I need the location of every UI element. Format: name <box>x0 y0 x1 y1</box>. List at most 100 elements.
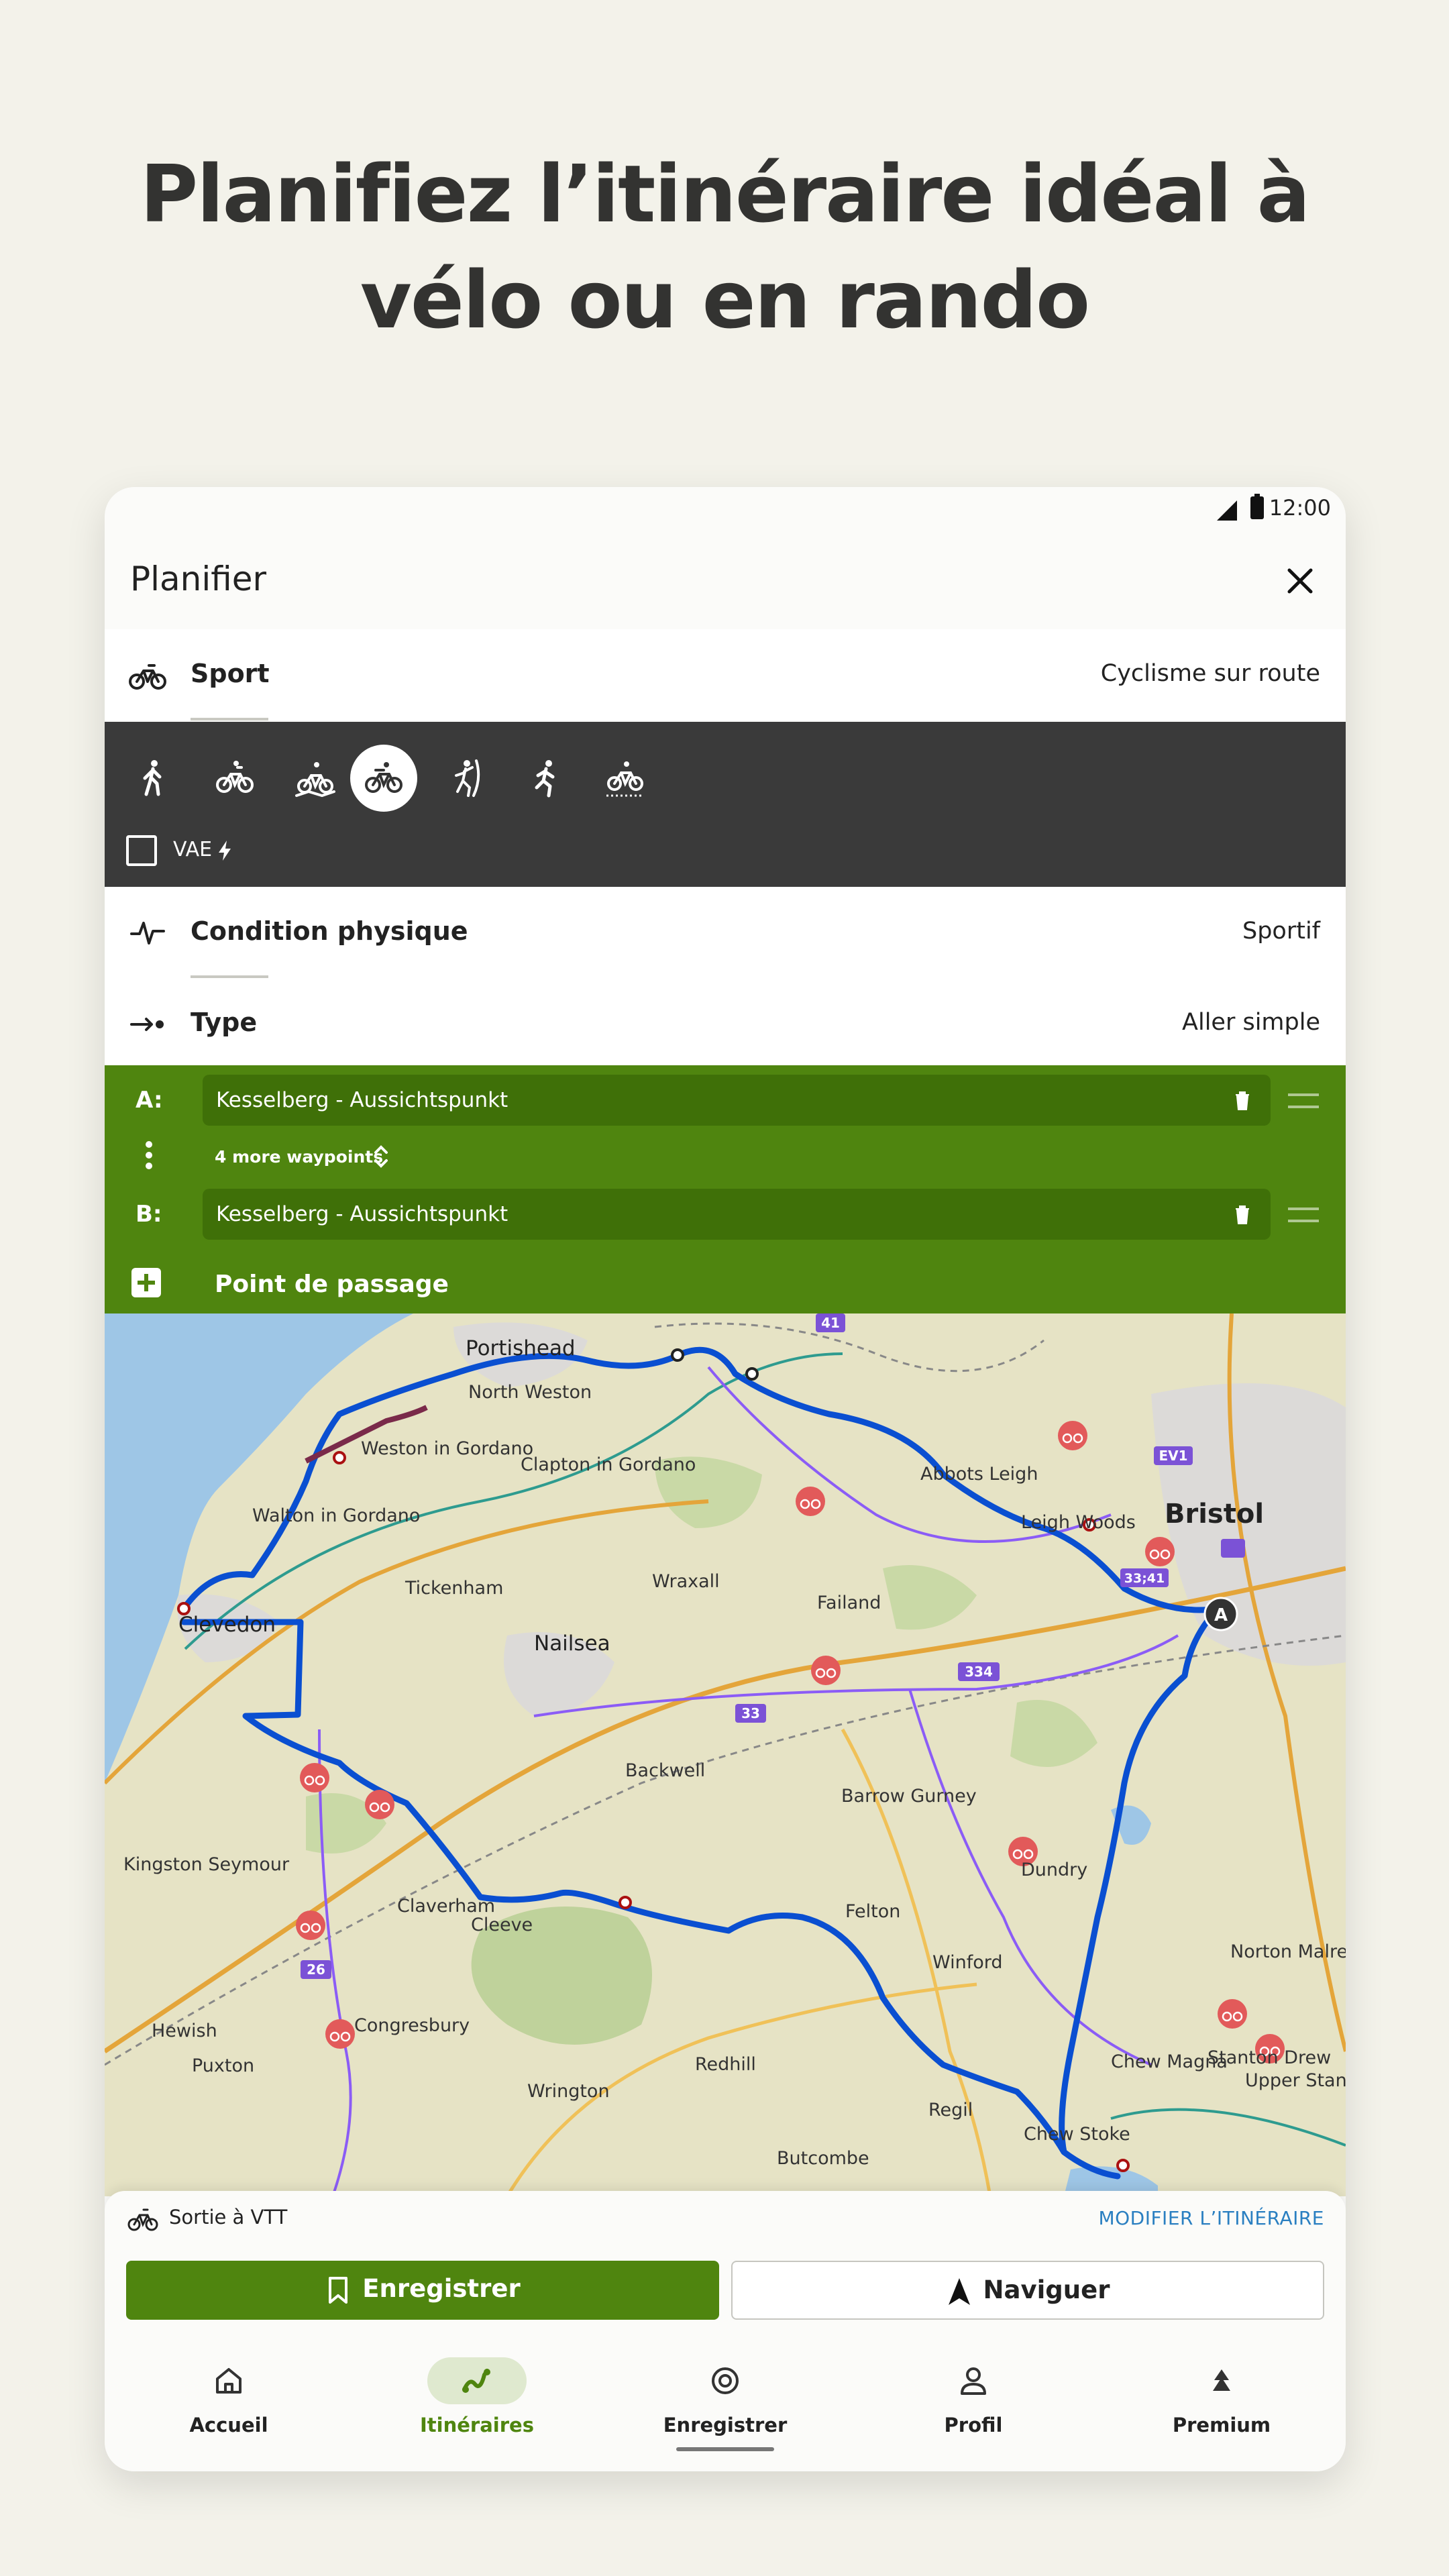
tab-premium[interactable]: Premium <box>1097 2343 1346 2443</box>
status-bar: 12:00 <box>105 487 1346 527</box>
route-waypoint[interactable] <box>745 1367 759 1381</box>
tab-home[interactable]: Accueil <box>105 2343 353 2443</box>
sport-label: Sport <box>191 659 270 688</box>
bike-poi-icon[interactable] <box>325 2019 355 2049</box>
sport-option-road-bike-selected[interactable] <box>350 745 417 812</box>
bike-poi-icon[interactable] <box>1145 1537 1175 1566</box>
road-bike-icon <box>365 762 402 793</box>
waypoint-a-field[interactable]: Kesselberg - Aussichtspunkt <box>203 1075 1271 1126</box>
bike-poi-icon[interactable] <box>1058 1421 1087 1450</box>
start-marker-label: A <box>1214 1605 1228 1625</box>
route-waypoint[interactable] <box>333 1451 346 1464</box>
tab-routes-label: Itinéraires <box>420 2414 534 2436</box>
routes-icon <box>462 2369 490 2393</box>
add-waypoint-button[interactable]: Point de passage <box>105 1260 1346 1308</box>
waypoint-a: A: Kesselberg - Aussichtspunkt <box>105 1075 1346 1126</box>
close-icon[interactable] <box>1280 561 1320 601</box>
drag-handle-icon[interactable] <box>1288 1208 1319 1222</box>
route-waypoint[interactable] <box>671 1348 684 1362</box>
map-label: Butcombe <box>777 2148 869 2169</box>
profile-icon <box>961 2367 986 2395</box>
navigate-button[interactable]: Naviguer <box>731 2261 1324 2320</box>
premium-icon <box>1213 2369 1230 2391</box>
map-label: Failand <box>817 1593 881 1613</box>
save-button[interactable]: Enregistrer <box>126 2261 719 2320</box>
map-label: Hewish <box>152 2021 217 2041</box>
route-waypoint[interactable] <box>619 1896 632 1909</box>
sport-type-selector: VAE <box>105 722 1346 887</box>
route-badge-text: 41 <box>821 1315 840 1331</box>
bottom-sheet: Sortie à VTT MODIFIER L’ITINÉRAIRE Enreg… <box>105 2191 1346 2471</box>
save-button-label: Enregistrer <box>362 2274 521 2303</box>
route-badge-text: 33 <box>741 1705 760 1721</box>
waypoints-panel: A: Kesselberg - Aussichtspunkt 4 more wa… <box>105 1065 1346 1313</box>
sport-option-running[interactable] <box>511 745 578 812</box>
headline: Planifiez l’itinéraire idéal à vélo ou e… <box>0 141 1449 353</box>
type-label: Type <box>191 1008 258 1037</box>
map-label: Weston in Gordano <box>361 1438 534 1459</box>
record-icon <box>712 2367 739 2394</box>
map-label: Winford <box>932 1952 1003 1973</box>
type-value: Aller simple <box>1182 1009 1320 1036</box>
sport-option-mountain-bike[interactable] <box>282 745 349 812</box>
signal-icon <box>1217 500 1237 521</box>
sport-option-bike[interactable] <box>201 745 268 812</box>
fitness-row[interactable]: Condition physique Sportif <box>105 887 1346 978</box>
map-label: Chew Stoke <box>1024 2124 1130 2145</box>
bike-route <box>533 1634 1179 1717</box>
sport-option-climbing[interactable] <box>431 745 498 812</box>
map-label: Nailsea <box>534 1631 610 1656</box>
bike-poi-icon[interactable] <box>811 1656 841 1685</box>
bike-poi-icon[interactable] <box>300 1763 329 1792</box>
more-waypoints-label: 4 more waypoints <box>215 1147 384 1167</box>
sport-row[interactable]: Sport Cyclisme sur route <box>105 629 1346 720</box>
woodland <box>1010 1700 1097 1767</box>
sport-option-gravel[interactable] <box>592 745 659 812</box>
sport-value: Cyclisme sur route <box>1100 660 1320 687</box>
navigate-button-label: Naviguer <box>983 2275 1110 2304</box>
route-map[interactable]: 41 EV1 33;41 334 33 26 A Portishead Nort… <box>105 1313 1346 2196</box>
type-row[interactable]: Type Aller simple <box>105 978 1346 1065</box>
drag-handle-icon[interactable] <box>1288 1093 1319 1108</box>
device-frame: 12:00 Planifier Sport Cyclisme sur route <box>105 487 1346 2471</box>
more-waypoints[interactable]: 4 more waypoints <box>105 1132 1346 1179</box>
route-waypoint[interactable] <box>1116 2159 1130 2172</box>
waypoint-b-value: Kesselberg - Aussichtspunkt <box>216 1202 508 1226</box>
map-label: Stanton Drew <box>1208 2047 1332 2068</box>
lightning-icon <box>219 841 231 861</box>
map-label: Redhill <box>695 2054 756 2075</box>
route-badge-text: EV1 <box>1159 1448 1187 1464</box>
road-bike-icon <box>129 664 166 690</box>
bookmark-icon <box>329 2277 348 2304</box>
bike-poi-icon[interactable] <box>365 1790 394 1819</box>
map-label: Bristol <box>1165 1499 1265 1529</box>
map-label: Wraxall <box>652 1571 720 1592</box>
bike-poi-icon[interactable] <box>1218 1999 1247 2029</box>
hiking-icon <box>143 760 162 796</box>
railway <box>654 1322 1044 1373</box>
battery-icon <box>1250 494 1264 519</box>
tab-profile[interactable]: Profil <box>849 2343 1097 2443</box>
map-label: Backwell <box>625 1760 706 1781</box>
sport-option-hiking[interactable] <box>121 745 188 812</box>
edit-route-link[interactable]: MODIFIER L’ITINÉRAIRE <box>1098 2207 1324 2229</box>
trash-icon[interactable] <box>1233 1203 1252 1226</box>
waypoint-b-field[interactable]: Kesselberg - Aussichtspunkt <box>203 1189 1271 1240</box>
tab-record[interactable]: Enregistrer <box>601 2343 849 2443</box>
map-label: Congresbury <box>354 2015 470 2036</box>
bike-poi-icon[interactable] <box>296 1911 325 1940</box>
trash-icon[interactable] <box>1233 1089 1252 1112</box>
map-label: Clapton in Gordano <box>521 1454 696 1475</box>
route-badge-text: 33;41 <box>1124 1571 1165 1586</box>
tab-home-label: Accueil <box>189 2414 268 2436</box>
tab-routes[interactable]: Itinéraires <box>353 2343 601 2443</box>
vae-checkbox[interactable] <box>126 835 157 866</box>
bike-route <box>1110 2108 1346 2147</box>
waypoint-b: B: Kesselberg - Aussichtspunkt <box>105 1189 1346 1240</box>
map-label: Tickenham <box>405 1578 504 1599</box>
bike-poi-icon[interactable] <box>796 1487 825 1516</box>
map-label: Barrow Gurney <box>841 1786 977 1807</box>
map-label: Upper Stanton <box>1245 2070 1346 2091</box>
gravel-bike-icon <box>606 761 644 797</box>
route-badge-text: 334 <box>965 1664 993 1680</box>
